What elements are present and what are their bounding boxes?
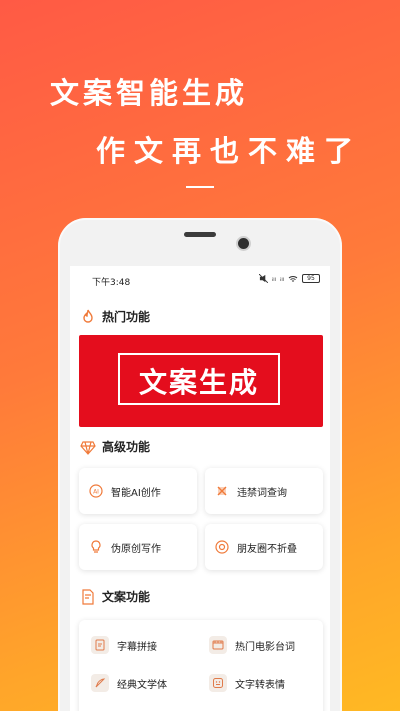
phone-camera	[238, 238, 249, 249]
svg-text:AI: AI	[93, 489, 99, 496]
ban-icon	[215, 484, 229, 498]
banner-text: 文案生成	[138, 366, 259, 399]
mute-icon	[258, 274, 268, 283]
list-item-subtitle-join[interactable]: 字幕拼接	[91, 636, 157, 654]
wifi-icon	[288, 275, 298, 282]
list-item-text-to-emoji[interactable]: 文字转表情	[209, 674, 285, 692]
card-ai-creation[interactable]: AI 智能AI创作	[79, 468, 197, 514]
battery-icon: 95	[302, 274, 320, 283]
card-moments-no-fold[interactable]: 朋友圈不折叠	[205, 524, 323, 570]
app-screen: 下午3:48 ᵢₗₗ ᵢₗₗ 95 热门功能 文案生成 高级功能 AI 智能AI…	[70, 266, 330, 711]
section-premium: 高级功能	[80, 438, 150, 455]
lightbulb-icon	[89, 540, 103, 554]
card-label: 朋友圈不折叠	[237, 543, 297, 555]
document-edit-icon	[82, 588, 94, 605]
card-banned-words[interactable]: 违禁词查询	[205, 468, 323, 514]
card-label: 伪原创写作	[111, 543, 161, 555]
emoji-icon	[209, 674, 227, 692]
accent-dash	[186, 186, 214, 188]
card-pseudo-original[interactable]: 伪原创写作	[79, 524, 197, 570]
card-label: 违禁词查询	[237, 487, 287, 499]
section-title-hot: 热门功能	[102, 310, 151, 324]
section-hot: 热门功能	[80, 308, 150, 325]
list-item-classic-literature[interactable]: 经典文学体	[91, 674, 167, 692]
film-icon	[209, 636, 227, 654]
status-icons: ᵢₗₗ ᵢₗₗ 95	[258, 274, 320, 283]
status-bar: 下午3:48 ᵢₗₗ ᵢₗₗ 95	[70, 266, 330, 292]
flame-icon	[83, 309, 93, 323]
banner-frame: 文案生成	[118, 353, 280, 405]
list-item-label: 字幕拼接	[117, 641, 157, 653]
signal-icon: ᵢₗₗ	[271, 274, 276, 283]
card-label: 智能AI创作	[111, 487, 161, 499]
copy-functions-panel: 字幕拼接 热门电影台词 经典文学体 文字转表情	[79, 620, 323, 711]
signal-icon: ᵢₗₗ	[279, 274, 284, 283]
camera-lens-icon	[215, 540, 229, 554]
status-time: 下午3:48	[92, 278, 131, 288]
section-title-copy: 文案功能	[102, 590, 151, 604]
list-item-label: 文字转表情	[235, 679, 285, 691]
ai-icon: AI	[89, 484, 103, 498]
phone-frame: 下午3:48 ᵢₗₗ ᵢₗₗ 95 热门功能 文案生成 高级功能 AI 智能AI…	[58, 218, 342, 711]
list-item-label: 热门电影台词	[235, 641, 295, 653]
section-copy: 文案功能	[80, 588, 150, 605]
list-item-label: 经典文学体	[117, 679, 167, 691]
banner-wenan[interactable]: 文案生成	[79, 335, 323, 427]
section-title-premium: 高级功能	[102, 440, 151, 454]
hero-subline: 作文再也不难了	[96, 134, 363, 168]
list-item-movie-quotes[interactable]: 热门电影台词	[209, 636, 295, 654]
hero-headline: 文案智能生成	[50, 76, 249, 110]
phone-speaker	[184, 232, 216, 237]
diamond-icon	[80, 440, 96, 455]
subtitle-icon	[91, 636, 109, 654]
feather-icon	[91, 674, 109, 692]
